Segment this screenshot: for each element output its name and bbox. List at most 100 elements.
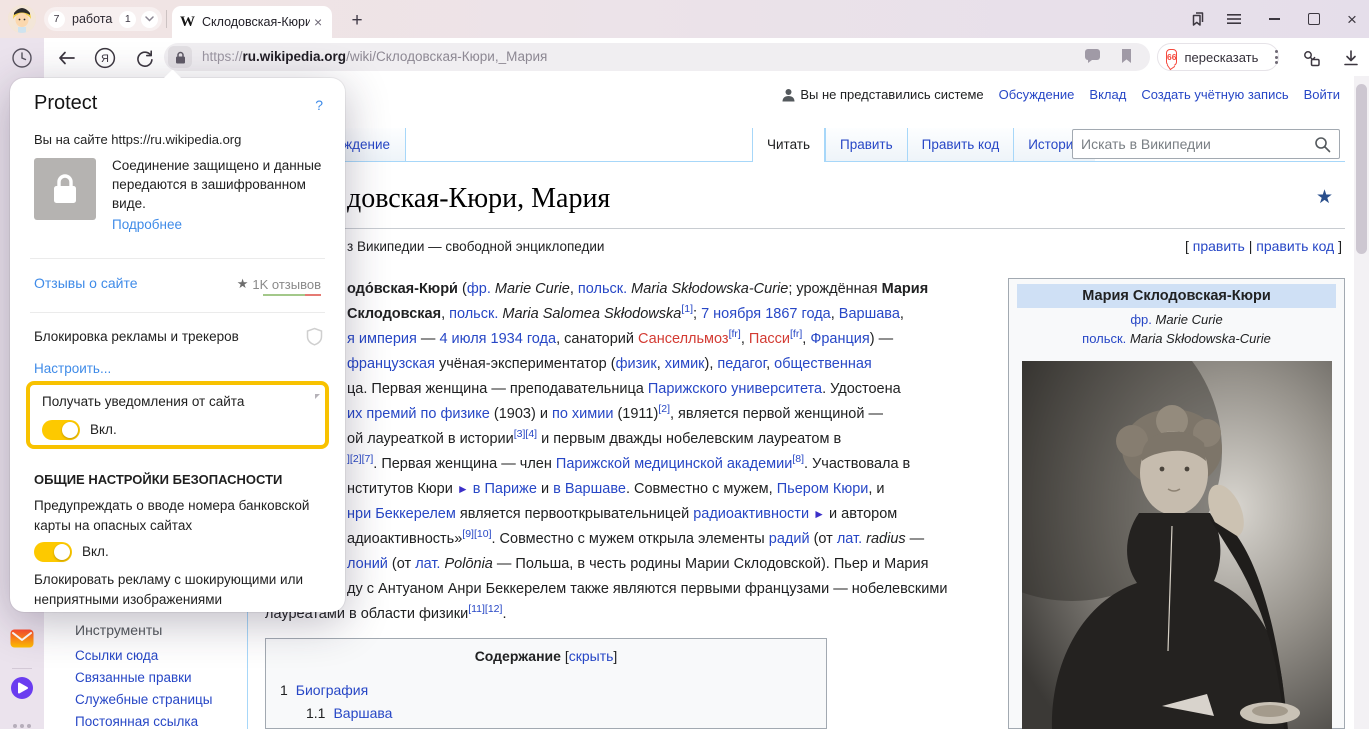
- secure-connection-text: Соединение защищено и данные передаются …: [112, 156, 327, 213]
- alice-icon: [10, 676, 34, 700]
- sidebar-link-whatlinkshere[interactable]: Ссылки сюда: [75, 648, 158, 663]
- notifications-highlight-box: Получать уведомления от сайта Вкл.: [26, 381, 329, 449]
- site-reviews-link[interactable]: Отзывы о сайте: [34, 275, 138, 291]
- tab-group-label: работа: [70, 12, 114, 26]
- sidebar-divider: [12, 668, 32, 669]
- protect-help-link[interactable]: ?: [315, 97, 323, 113]
- article-paragraph: одо́вская-Кюри́ (фр. Marie Curie, польск…: [265, 277, 947, 627]
- lock-icon: [52, 173, 78, 205]
- browser-window: 7 работа 1 W Склодовская-Кюри, Ма × +: [0, 0, 1369, 729]
- retell-button[interactable]: 66 пересказать: [1157, 43, 1279, 71]
- protect-popup: Protect ? Вы на сайте https://ru.wikiped…: [10, 78, 345, 612]
- configure-link[interactable]: Настроить...: [34, 361, 111, 376]
- svg-text:Я: Я: [101, 53, 109, 65]
- profile-avatar[interactable]: [8, 5, 36, 33]
- retell-quote-icon: 66: [1166, 49, 1177, 66]
- wiki-search[interactable]: [1072, 129, 1340, 159]
- mail-icon: [10, 629, 34, 648]
- infobox-caption-fr: фр. Marie Curie: [1009, 312, 1344, 327]
- wikipedia-favicon: W: [180, 14, 195, 31]
- adblock-label: Блокировка рекламы и трекеров: [34, 329, 284, 344]
- active-tab[interactable]: W Склодовская-Кюри, Ма ×: [172, 6, 332, 38]
- menu-button[interactable]: [1222, 8, 1246, 30]
- bookmark-icon: [1120, 48, 1133, 64]
- notifications-toggle[interactable]: [42, 420, 80, 440]
- sidebar-link-permanent[interactable]: Постоянная ссылка: [75, 714, 198, 729]
- personal-link-login[interactable]: Войти: [1304, 87, 1340, 102]
- portrait-photo[interactable]: [1022, 361, 1332, 729]
- personal-link-create-account[interactable]: Создать учётную запись: [1141, 87, 1288, 102]
- tab-group-badge: 1: [119, 11, 136, 28]
- yandex-ya-icon: Я: [94, 47, 116, 69]
- scrollbar-thumb[interactable]: [1356, 84, 1367, 254]
- sidebar-more-button[interactable]: [10, 714, 34, 729]
- panels-icon: [1187, 10, 1205, 28]
- toc-link[interactable]: Биография: [296, 682, 368, 698]
- sidebar-link-related[interactable]: Связанные правки: [75, 670, 192, 685]
- page-scrollbar[interactable]: [1354, 76, 1369, 729]
- details-link[interactable]: Подробнее: [112, 217, 182, 232]
- reload-button[interactable]: [134, 47, 156, 69]
- protect-site-line: Вы на сайте https://ru.wikipedia.org: [34, 132, 241, 147]
- yandex-button[interactable]: Я: [94, 47, 116, 69]
- passwords-button[interactable]: [1300, 47, 1322, 69]
- secure-lock-tile: [34, 158, 96, 220]
- title-divider: [265, 228, 1345, 229]
- watch-star-icon[interactable]: ★: [1316, 186, 1333, 209]
- toc-link[interactable]: Варшава: [333, 705, 392, 721]
- tab-read[interactable]: Читать: [752, 128, 825, 162]
- infobox-title: Мария Склодовская-Кюри: [1017, 284, 1336, 308]
- hamburger-icon: [1226, 13, 1242, 25]
- tab-edit[interactable]: Править: [825, 128, 907, 161]
- sidebar-link-special[interactable]: Служебные страницы: [75, 692, 212, 707]
- tab-group-chevron[interactable]: [141, 11, 158, 28]
- search-input[interactable]: [1073, 130, 1319, 158]
- divider: [30, 312, 325, 313]
- downloads-button[interactable]: [1340, 47, 1362, 69]
- maximize-icon: [1308, 13, 1320, 25]
- site-subtitle: з Википедии — свободной энциклопедии: [347, 239, 604, 254]
- tab-group[interactable]: 7 работа 1: [44, 7, 162, 31]
- personal-link-talk[interactable]: Обсуждение: [999, 87, 1075, 102]
- key-icon: [1301, 48, 1321, 68]
- back-button[interactable]: [56, 47, 78, 69]
- search-icon[interactable]: [1314, 136, 1331, 156]
- tab-edit-source[interactable]: Править код: [907, 128, 1014, 161]
- infobox-caption-pl: польск. Maria Skłodowska-Curie: [1009, 331, 1344, 346]
- history-button[interactable]: [10, 46, 34, 70]
- retell-more-icon[interactable]: [1275, 50, 1278, 64]
- site-security-chip[interactable]: [168, 46, 192, 68]
- side-panels-button[interactable]: [1184, 8, 1208, 30]
- toc-header[interactable]: Содержание [скрыть]: [266, 648, 826, 664]
- marie-curie-portrait: [1022, 361, 1332, 729]
- retell-label: пересказать: [1184, 50, 1258, 65]
- card-warning-label: Предупреждать о вводе номера банковской …: [34, 496, 319, 536]
- bookmark-button[interactable]: [1120, 48, 1138, 66]
- page-title: довская-Кюри, Мария: [347, 183, 610, 215]
- alice-button[interactable]: [10, 676, 34, 700]
- infobox: Мария Склодовская-Кюри фр. Marie Curie п…: [1008, 278, 1345, 729]
- maximize-button[interactable]: [1302, 8, 1326, 30]
- new-tab-button[interactable]: +: [344, 8, 370, 34]
- back-arrow-icon: [58, 51, 76, 65]
- comments-button[interactable]: [1084, 48, 1102, 66]
- toc-number: 1.1: [306, 705, 325, 721]
- notifications-state: Вкл.: [90, 420, 117, 440]
- url-text: https://ru.wikipedia.org/wiki/Склодовска…: [202, 43, 547, 71]
- personal-link-contrib[interactable]: Вклад: [1089, 87, 1126, 102]
- lock-icon: [175, 51, 186, 64]
- tab-close-icon[interactable]: ×: [314, 14, 322, 30]
- sidebar-tools-header: Инструменты: [75, 622, 162, 638]
- chevron-down-icon: [145, 16, 154, 22]
- reviews-count: ★ 1K отзывов: [237, 276, 321, 292]
- toolbar: Я https://ru.wikipedia.org/wiki/Склодовс…: [44, 38, 1369, 76]
- security-section-header: ОБЩИЕ НАСТРОЙКИ БЕЗОПАСНОСТИ: [34, 472, 282, 487]
- minimize-button[interactable]: [1262, 8, 1286, 30]
- edit-links[interactable]: [ править | править код ]: [1185, 238, 1342, 254]
- toc-item-warsaw[interactable]: 1.1 Варшава: [306, 705, 392, 721]
- card-warning-toggle[interactable]: [34, 542, 72, 562]
- close-button[interactable]: ×: [1340, 8, 1364, 30]
- toc-item-biography[interactable]: 1Биография: [280, 682, 368, 698]
- address-bar[interactable]: https://ru.wikipedia.org/wiki/Склодовска…: [164, 43, 1150, 71]
- mail-button[interactable]: [10, 626, 34, 650]
